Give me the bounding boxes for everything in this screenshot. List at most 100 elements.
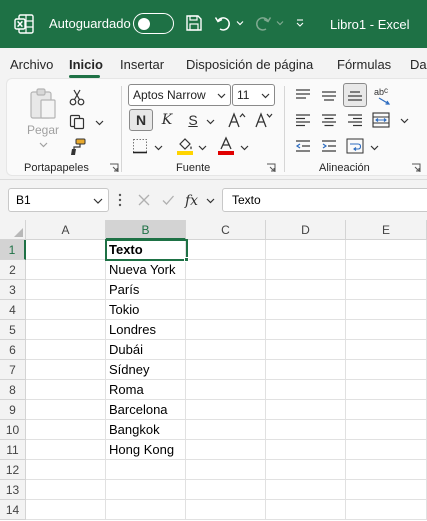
cell-a8[interactable] [26, 380, 106, 400]
undo-button[interactable] [212, 12, 234, 34]
cell-b2[interactable]: Nueva York [106, 260, 186, 280]
tab-datos[interactable]: Da [410, 57, 427, 72]
cell-e10[interactable] [346, 420, 427, 440]
cell-d2[interactable] [266, 260, 346, 280]
cell-b8[interactable]: Roma [106, 380, 186, 400]
autosave-toggle[interactable] [133, 13, 174, 34]
tab-archivo[interactable]: Archivo [10, 57, 53, 72]
font-color-button[interactable] [215, 135, 237, 157]
cell-c12[interactable] [186, 460, 266, 480]
cell-e2[interactable] [346, 260, 427, 280]
cell-a4[interactable] [26, 300, 106, 320]
cell-c1[interactable] [186, 240, 266, 260]
confirm-entry-button[interactable] [158, 190, 178, 210]
cell-d3[interactable] [266, 280, 346, 300]
clipboard-dialog-launcher-icon[interactable] [109, 163, 119, 173]
cell-a14[interactable] [26, 500, 106, 520]
cell-c9[interactable] [186, 400, 266, 420]
row-header-5[interactable]: 5 [0, 320, 26, 340]
cell-d4[interactable] [266, 300, 346, 320]
cell-d14[interactable] [266, 500, 346, 520]
cell-c10[interactable] [186, 420, 266, 440]
wrap-text-dropdown[interactable] [368, 142, 380, 152]
cell-e9[interactable] [346, 400, 427, 420]
cancel-entry-button[interactable] [134, 190, 154, 210]
column-header-e[interactable]: E [346, 220, 427, 240]
cell-c14[interactable] [186, 500, 266, 520]
cell-b7[interactable]: Sídney [106, 360, 186, 380]
row-header-3[interactable]: 3 [0, 280, 26, 300]
cell-e5[interactable] [346, 320, 427, 340]
cell-a3[interactable] [26, 280, 106, 300]
align-top-button[interactable] [291, 84, 315, 106]
cell-b6[interactable]: Dubái [106, 340, 186, 360]
alignment-dialog-launcher-icon[interactable] [411, 163, 421, 173]
name-box[interactable]: B1 [8, 188, 109, 212]
select-all-corner[interactable] [0, 220, 26, 240]
cell-d8[interactable] [266, 380, 346, 400]
column-header-a[interactable]: A [26, 220, 106, 240]
column-header-b[interactable]: B [106, 220, 186, 240]
undo-dropdown[interactable] [233, 12, 247, 34]
underline-button[interactable]: S [182, 109, 204, 131]
cell-b10[interactable]: Bangkok [106, 420, 186, 440]
decrease-indent-button[interactable] [291, 135, 315, 157]
cell-a6[interactable] [26, 340, 106, 360]
cell-c4[interactable] [186, 300, 266, 320]
align-middle-button[interactable] [317, 84, 341, 106]
row-header-7[interactable]: 7 [0, 360, 26, 380]
cell-e12[interactable] [346, 460, 427, 480]
cell-a7[interactable] [26, 360, 106, 380]
column-header-c[interactable]: C [186, 220, 266, 240]
tab-disposicion[interactable]: Disposición de página [186, 57, 313, 72]
wrap-text-button[interactable] [343, 135, 367, 157]
tab-inicio[interactable]: Inicio [69, 57, 103, 72]
align-bottom-button[interactable] [343, 83, 367, 107]
cell-b12[interactable] [106, 460, 186, 480]
cell-d9[interactable] [266, 400, 346, 420]
italic-button[interactable]: K [156, 109, 178, 131]
cell-e3[interactable] [346, 280, 427, 300]
redo-dropdown[interactable] [273, 12, 287, 34]
row-header-11[interactable]: 11 [0, 440, 26, 460]
cell-d7[interactable] [266, 360, 346, 380]
cell-e1[interactable] [346, 240, 427, 260]
orientation-button[interactable]: ab c [371, 83, 395, 107]
fill-color-button[interactable] [174, 135, 196, 157]
font-name-select[interactable]: Aptos Narrow [128, 84, 231, 106]
cell-a9[interactable] [26, 400, 106, 420]
borders-button[interactable] [129, 135, 151, 157]
cell-e11[interactable] [346, 440, 427, 460]
align-center-button[interactable] [317, 109, 341, 131]
row-header-12[interactable]: 12 [0, 460, 26, 480]
cell-c5[interactable] [186, 320, 266, 340]
function-dropdown[interactable] [204, 195, 216, 205]
cell-c3[interactable] [186, 280, 266, 300]
more-options-icon[interactable] [118, 193, 122, 207]
cell-d11[interactable] [266, 440, 346, 460]
cell-b13[interactable] [106, 480, 186, 500]
cell-c6[interactable] [186, 340, 266, 360]
font-color-dropdown[interactable] [238, 142, 250, 152]
bold-button[interactable]: N [129, 109, 153, 131]
save-button[interactable] [183, 12, 205, 34]
cell-a12[interactable] [26, 460, 106, 480]
cell-e13[interactable] [346, 480, 427, 500]
align-left-button[interactable] [291, 109, 315, 131]
font-dialog-launcher-icon[interactable] [266, 163, 276, 173]
cell-e7[interactable] [346, 360, 427, 380]
cell-a11[interactable] [26, 440, 106, 460]
tab-insertar[interactable]: Insertar [120, 57, 164, 72]
cell-a13[interactable] [26, 480, 106, 500]
cell-d6[interactable] [266, 340, 346, 360]
customize-quick-access-button[interactable] [293, 12, 307, 34]
formula-input[interactable]: Texto [222, 188, 427, 212]
row-header-9[interactable]: 9 [0, 400, 26, 420]
copy-dropdown[interactable] [92, 116, 106, 128]
cell-c2[interactable] [186, 260, 266, 280]
row-header-4[interactable]: 4 [0, 300, 26, 320]
cell-b3[interactable]: París [106, 280, 186, 300]
align-right-button[interactable] [343, 109, 367, 131]
decrease-font-size-button[interactable] [252, 109, 276, 131]
row-header-6[interactable]: 6 [0, 340, 26, 360]
